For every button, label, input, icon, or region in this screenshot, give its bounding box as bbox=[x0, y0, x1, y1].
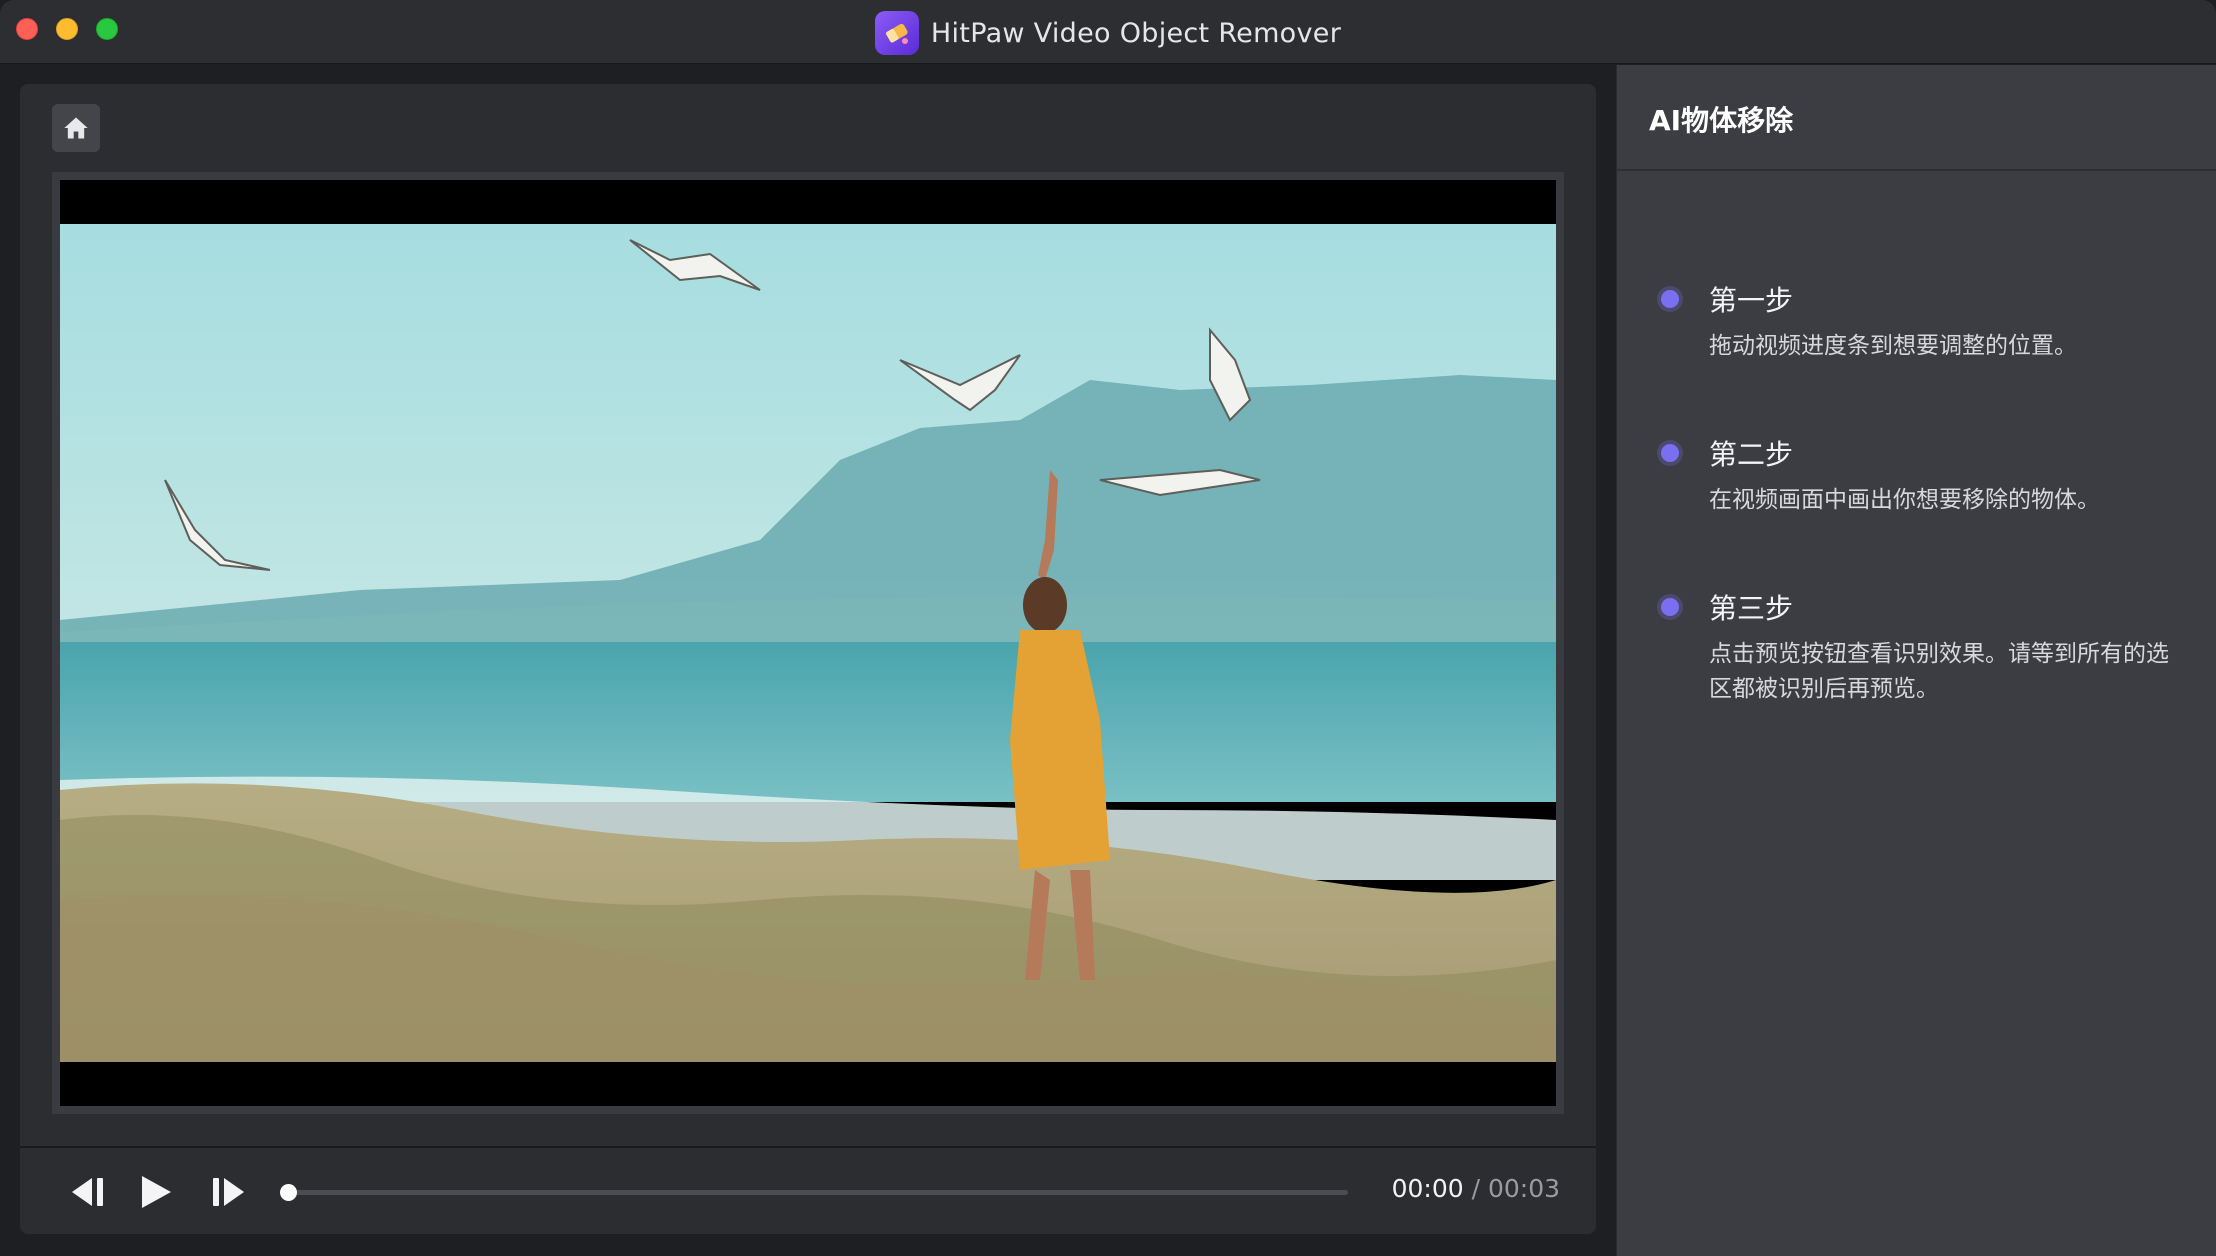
playback-controls: 00:00 / 00:03 bbox=[20, 1146, 1596, 1234]
home-button[interactable] bbox=[52, 104, 100, 152]
total-time: 00:03 bbox=[1487, 1174, 1560, 1203]
step-bullet-icon bbox=[1661, 290, 1679, 308]
window-title-group: HitPaw Video Object Remover bbox=[0, 11, 2216, 55]
seek-handle[interactable] bbox=[280, 1184, 297, 1201]
step-bullet-icon bbox=[1661, 444, 1679, 462]
current-time: 00:00 bbox=[1391, 1174, 1464, 1203]
next-frame-button[interactable] bbox=[200, 1168, 256, 1216]
play-icon bbox=[142, 1176, 171, 1208]
window-title: HitPaw Video Object Remover bbox=[930, 17, 1342, 49]
video-frame-image bbox=[60, 180, 1556, 1106]
step-title: 第三步 bbox=[1709, 592, 1794, 625]
seek-bar[interactable] bbox=[280, 1184, 1348, 1201]
step-title: 第一步 bbox=[1709, 284, 1794, 317]
step-back-icon bbox=[72, 1178, 103, 1206]
step-forward-icon bbox=[213, 1178, 244, 1206]
step-title: 第二步 bbox=[1709, 438, 1794, 471]
step-bullet-icon bbox=[1661, 598, 1679, 616]
play-button[interactable] bbox=[128, 1168, 184, 1216]
title-bar: HitPaw Video Object Remover bbox=[0, 0, 2216, 64]
instructions-panel: AI物体移除 第一步 拖动视频进度条到想要调整的位置。 第二步 在视频画面中画出… bbox=[1616, 65, 2216, 1256]
time-display: 00:00 / 00:03 bbox=[1380, 1174, 1560, 1203]
time-separator: / bbox=[1463, 1174, 1488, 1203]
video-preview[interactable] bbox=[52, 172, 1564, 1114]
panel-title: AI物体移除 bbox=[1649, 104, 1794, 137]
home-icon bbox=[64, 117, 88, 139]
step-description: 点击预览按钮查看识别效果。请等到所有的选区都被识别后再预览。 bbox=[1709, 641, 2169, 702]
previous-frame-button[interactable] bbox=[60, 1168, 116, 1216]
step-description: 在视频画面中画出你想要移除的物体。 bbox=[1709, 487, 2100, 513]
panel-header: AI物体移除 bbox=[1617, 65, 2216, 171]
app-icon bbox=[874, 11, 919, 55]
step-description: 拖动视频进度条到想要调整的位置。 bbox=[1709, 333, 2077, 359]
